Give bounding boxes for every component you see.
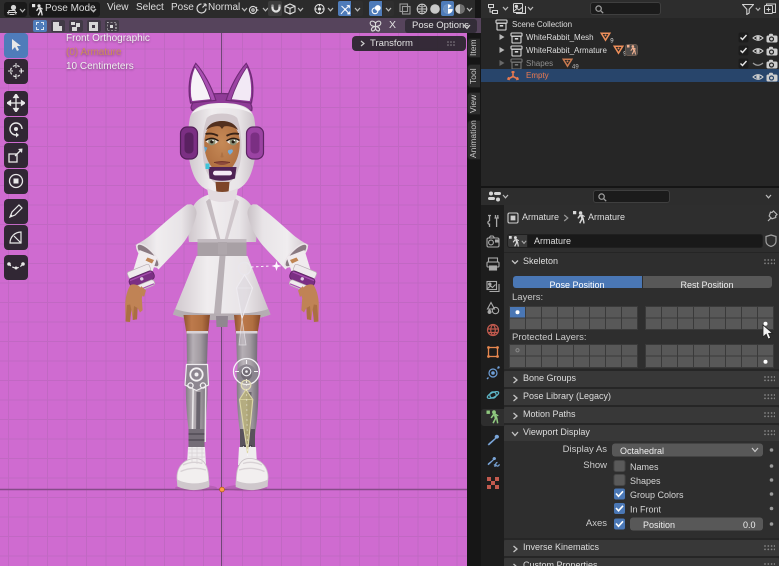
svg-text:Position: Position (643, 520, 675, 530)
svg-text:9: 9 (610, 39, 614, 45)
svg-text:Group Colors: Group Colors (630, 490, 684, 500)
svg-text:In Front: In Front (630, 505, 662, 515)
svg-text:Octahedral: Octahedral (620, 446, 664, 456)
svg-text:0.0: 0.0 (743, 520, 756, 530)
svg-text:Names: Names (630, 462, 659, 472)
svg-text:Shapes: Shapes (630, 476, 661, 486)
